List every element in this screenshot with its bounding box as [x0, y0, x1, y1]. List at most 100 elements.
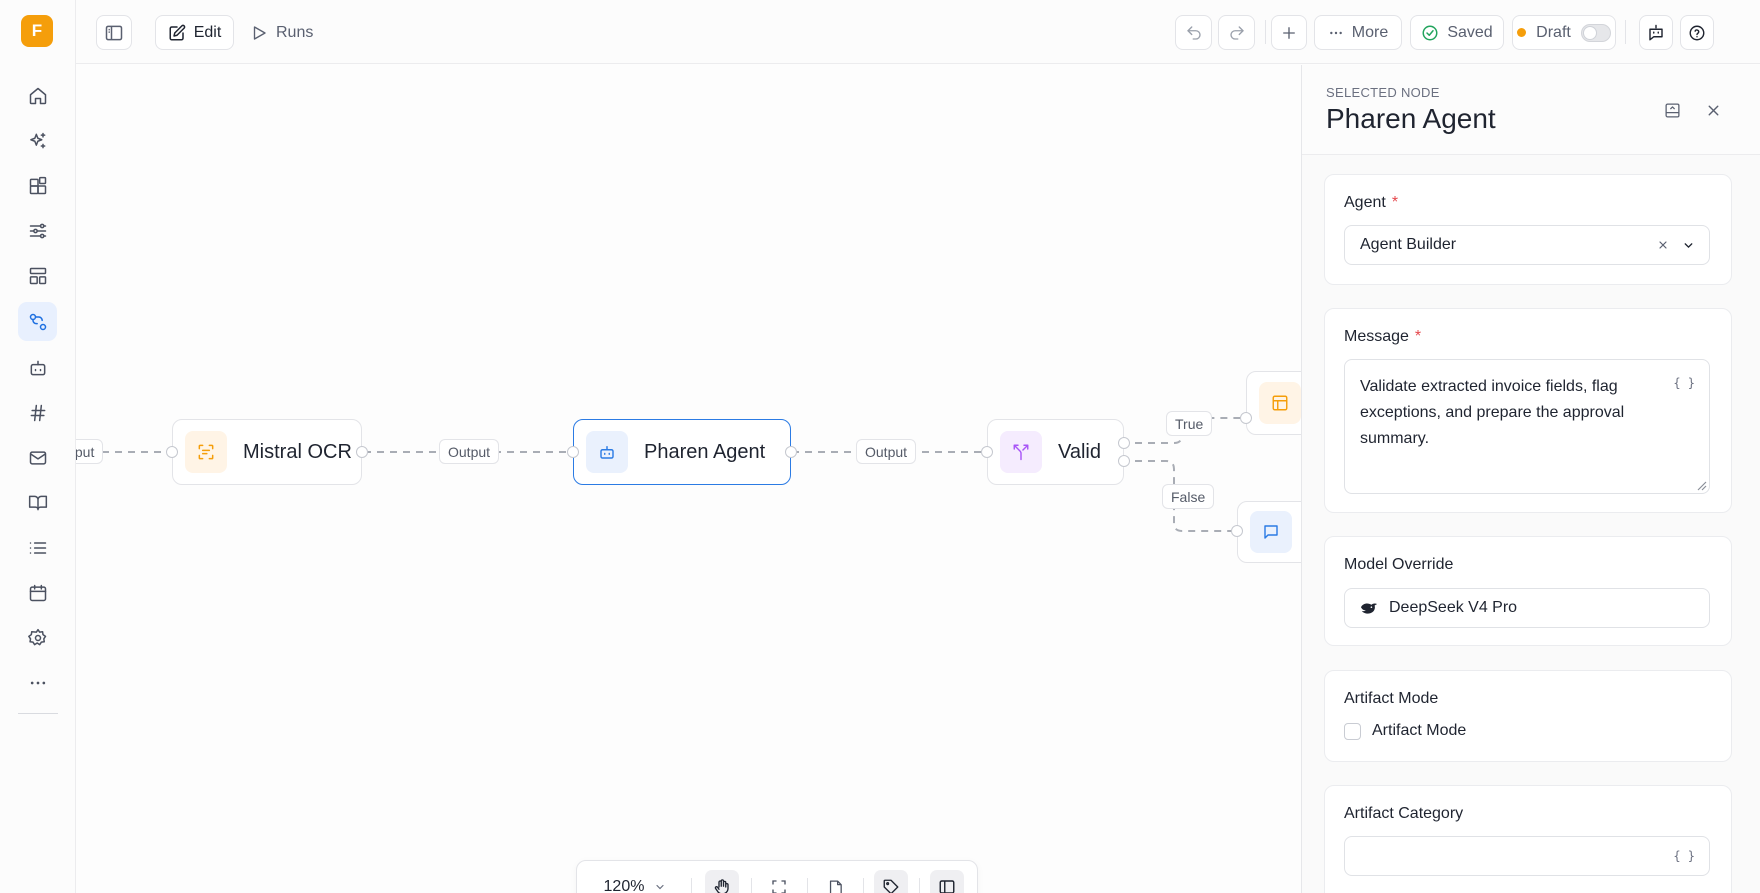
message-label: Message * [1344, 328, 1422, 345]
agents-nav-item[interactable] [18, 348, 57, 387]
node-mistral-ocr[interactable]: Mistral OCR [172, 419, 362, 485]
zoom-value: 120% [603, 878, 645, 893]
play-icon [250, 24, 268, 42]
edge-label-true: True [1166, 411, 1213, 436]
saved-status-button[interactable]: Saved [1410, 15, 1504, 50]
workflow-canvas[interactable]: tput Output Output True False Mistral OC… [76, 65, 1301, 893]
ai-nav-item[interactable] [18, 121, 57, 160]
more-button-label: More [1351, 23, 1389, 41]
agent-select[interactable]: Agent Builder [1344, 225, 1710, 265]
deepseek-whale-icon [1359, 600, 1379, 616]
node-title: Valid [1058, 440, 1101, 463]
node-output-port[interactable] [356, 446, 368, 458]
toggle-panel-button[interactable] [930, 870, 964, 893]
toolbar-separator [807, 878, 808, 893]
artifact-mode-checkbox[interactable] [1344, 723, 1361, 740]
required-mark: * [1414, 328, 1422, 345]
node-pharen-agent[interactable]: Pharen Agent [573, 419, 791, 485]
message-textarea[interactable]: Validate extracted invoice fields, flag … [1344, 359, 1710, 494]
inbox-nav-item[interactable] [18, 438, 57, 477]
panel-header: SELECTED NODE Pharen Agent [1302, 65, 1760, 155]
maximize-icon [770, 878, 788, 893]
model-override-select[interactable]: DeepSeek V4 Pro [1344, 588, 1710, 628]
check-circle-icon [1421, 24, 1439, 42]
node-output-port-false[interactable] [1118, 455, 1130, 467]
tag-icon [882, 878, 900, 893]
home-nav-item[interactable] [18, 76, 57, 115]
docs-nav-item[interactable] [18, 483, 57, 522]
node-input-port[interactable] [1240, 412, 1252, 424]
artifact-category-label: Artifact Category [1344, 805, 1464, 822]
draft-toggle[interactable]: Draft [1512, 15, 1616, 50]
more-horizontal-icon [28, 673, 48, 693]
close-panel-button[interactable] [1701, 98, 1725, 122]
node-output-port-true[interactable] [1118, 437, 1130, 449]
runs-tab[interactable]: Runs [250, 15, 313, 50]
pan-tool-button[interactable] [705, 870, 739, 893]
zoom-select[interactable]: 120% [595, 870, 675, 893]
sticky-note-button[interactable] [818, 870, 852, 893]
help-button[interactable] [1680, 15, 1714, 50]
bot-icon [586, 431, 628, 473]
edge-label-output-partial: tput [76, 439, 104, 464]
more-button[interactable]: More [1314, 15, 1402, 50]
node-message[interactable] [1237, 501, 1301, 563]
pipelines-nav-item[interactable] [18, 211, 57, 250]
channels-nav-item[interactable] [18, 393, 57, 432]
collapse-panel-button[interactable] [1660, 98, 1684, 122]
list-icon [28, 538, 48, 558]
undo-button[interactable] [1175, 15, 1212, 50]
workflows-nav-item[interactable] [18, 302, 57, 341]
sparkles-icon [28, 131, 48, 151]
toolbar-separator [1265, 20, 1266, 44]
templates-nav-item[interactable] [18, 256, 57, 295]
draft-status-dot [1517, 28, 1527, 37]
node-input-port[interactable] [567, 446, 579, 458]
assistant-button[interactable] [1639, 15, 1673, 50]
plus-icon [1280, 24, 1298, 42]
layout-icon [28, 266, 48, 286]
table-icon [1259, 382, 1301, 424]
clear-icon[interactable] [1657, 239, 1669, 251]
panel-bottom-icon [1664, 102, 1681, 119]
calendar-nav-item[interactable] [18, 573, 57, 612]
more-nav-item[interactable] [18, 663, 57, 702]
canvas-toolbar: 120% [576, 860, 978, 893]
mail-icon [28, 448, 48, 468]
panel-eyebrow: SELECTED NODE [1326, 85, 1440, 100]
insert-variable-button[interactable]: { } [1673, 376, 1695, 390]
list-nav-item[interactable] [18, 528, 57, 567]
node-title: Mistral OCR [243, 440, 352, 463]
model-override-card: Model Override DeepSeek V4 Pro [1324, 536, 1732, 646]
message-field-card: Message * Validate extracted invoice fiel… [1324, 308, 1732, 513]
toggle-sidebar-button[interactable] [96, 15, 132, 50]
apps-nav-item[interactable] [18, 166, 57, 205]
fit-view-button[interactable] [762, 870, 796, 893]
settings-nav-item[interactable] [18, 618, 57, 657]
undo-icon [1185, 24, 1203, 42]
node-input-port[interactable] [166, 446, 178, 458]
node-table[interactable] [1246, 371, 1301, 435]
insert-variable-button[interactable]: { } [1673, 849, 1695, 863]
hash-icon [28, 403, 48, 423]
edit-tab[interactable]: Edit [155, 15, 234, 50]
resize-handle-icon[interactable] [1697, 481, 1707, 491]
add-node-button[interactable] [1271, 15, 1307, 50]
node-title: Pharen Agent [644, 440, 766, 463]
artifact-mode-card: Artifact Mode Artifact Mode [1324, 670, 1732, 762]
toolbar-separator [1625, 20, 1626, 44]
redo-button[interactable] [1218, 15, 1255, 50]
gear-icon [27, 628, 48, 648]
workflow-icon [28, 312, 48, 332]
app-logo[interactable]: F [21, 15, 53, 47]
artifact-category-input[interactable]: { } [1344, 836, 1710, 876]
sidebar-icon [104, 23, 124, 43]
labels-toggle-button[interactable] [874, 870, 908, 893]
node-valid[interactable]: Valid [987, 419, 1124, 485]
artifact-mode-checkbox-label[interactable]: Artifact Mode [1372, 722, 1466, 740]
sliders-icon [28, 221, 48, 241]
draft-switch[interactable] [1580, 23, 1611, 42]
node-output-port[interactable] [785, 446, 797, 458]
node-input-port[interactable] [1231, 525, 1243, 537]
node-input-port[interactable] [981, 446, 993, 458]
